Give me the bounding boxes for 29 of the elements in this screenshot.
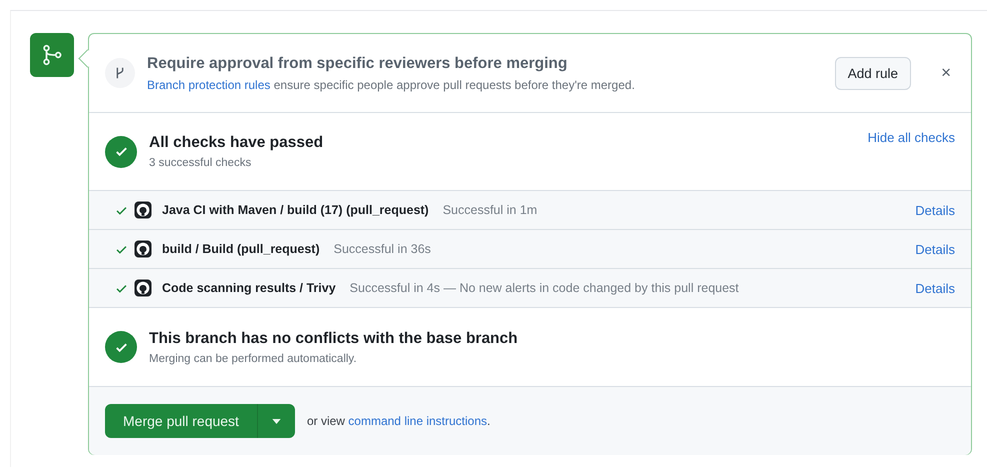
merge-button[interactable]: Merge pull request (105, 404, 258, 438)
checks-count: 3 successful checks (149, 157, 252, 169)
conflicts-subtitle: Merging can be performed automatically. (149, 352, 358, 364)
details-link[interactable]: Details (915, 202, 955, 218)
octocat-icon (134, 201, 152, 219)
conflicts-title: This branch has no conflicts with the base branch (149, 330, 519, 348)
check-name: Code scanning results / Trivy (162, 281, 336, 295)
octocat-icon (134, 279, 152, 297)
approval-title: Require approval from specific reviewers before merging (147, 54, 568, 72)
details-link[interactable]: Details (915, 280, 955, 296)
check-circle-icon (105, 136, 137, 168)
merge-icon (30, 33, 74, 77)
check-name: Java CI with Maven / build (17) (pull_request) (162, 203, 429, 217)
checks-title: All checks have passed (149, 134, 324, 152)
branch-icon (105, 58, 135, 88)
add-rule-button[interactable]: Add rule (834, 56, 912, 90)
branch-protection-link[interactable]: Branch protection rules (147, 78, 270, 92)
command-line-link[interactable]: command line instructions (348, 414, 488, 428)
check-status: Successful in 36s (334, 242, 431, 256)
close-button[interactable]: × (937, 63, 955, 83)
approval-description: Branch protection rules ensure specific people approve pull requests before they're merged. (147, 78, 636, 92)
check-circle-icon (105, 331, 137, 363)
details-link[interactable]: Details (915, 242, 955, 256)
hide-checks-link[interactable]: Hide all checks (868, 130, 955, 145)
check-status: Successful in 1m (442, 203, 538, 217)
octocat-icon (134, 240, 152, 258)
check-name: build / Build (pull_request) (162, 242, 320, 256)
check-status: Successful in 4s — No new alerts in code changed by this pull request (350, 281, 739, 295)
command-line-hint: or view command line instructions. (306, 414, 490, 428)
